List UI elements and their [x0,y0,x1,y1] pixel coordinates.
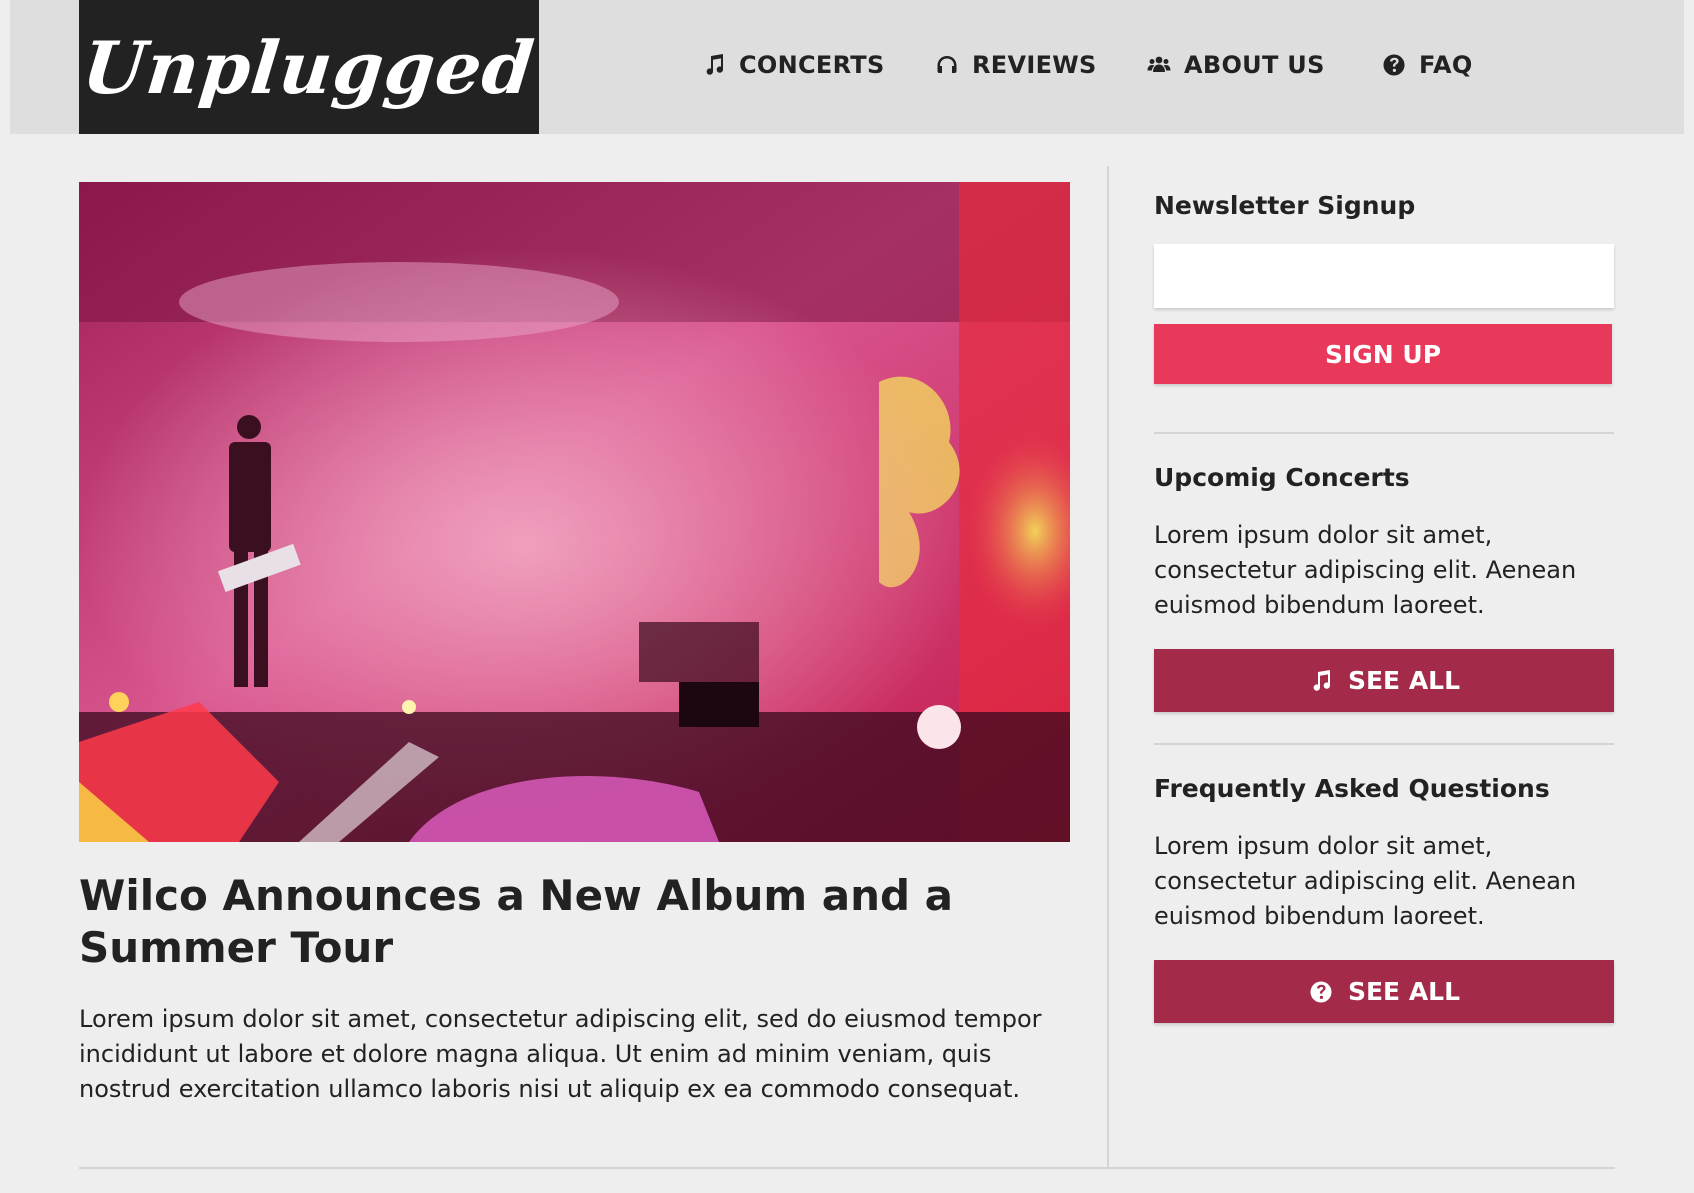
nav-item-about-us[interactable]: ABOUT US [1146,47,1325,83]
concerts-see-all-button[interactable]: SEE ALL [1154,649,1614,712]
upcoming-concerts-section: Upcomig Concerts Lorem ipsum dolor sit a… [1154,456,1614,712]
nav-item-reviews[interactable]: REVIEWS [934,47,1097,83]
newsletter-section: Newsletter Signup SIGN UP [1154,184,1614,384]
newsletter-heading: Newsletter Signup [1154,191,1416,220]
faq-heading: Frequently Asked Questions [1154,774,1550,803]
upcoming-concerts-heading: Upcomig Concerts [1154,463,1410,492]
footer-divider [79,1167,1615,1169]
sidebar: Newsletter Signup SIGN UP Upcomig Concer… [1154,184,1614,1023]
sidebar-separator [1154,432,1614,434]
nav-label-reviews: REVIEWS [972,51,1097,79]
faq-see-all-button[interactable]: SEE ALL [1154,960,1614,1023]
concert-photo[interactable] [79,182,1070,842]
question-circle-icon [1381,52,1407,78]
users-icon [1146,52,1172,78]
upcoming-concerts-text: Lorem ipsum dolor sit amet, consectetur … [1154,521,1577,619]
article-title[interactable]: Wilco Announces a New Album and a Summer… [79,870,1039,974]
nav-item-concerts[interactable]: CONCERTS [701,47,885,83]
nav-label-faq: FAQ [1419,51,1473,79]
faq-see-all-label: SEE ALL [1347,977,1461,1006]
newsletter-email-input[interactable] [1154,244,1614,308]
signup-button-label: SIGN UP [1324,339,1442,369]
sidebar-separator [1154,743,1614,745]
nav-label-concerts: CONCERTS [739,51,885,79]
main-nav: CONCERTS REVIEWS ABOUT US FAQ [10,0,1684,134]
nav-label-about-us: ABOUT US [1184,51,1325,79]
headphones-icon [934,52,960,78]
nav-item-faq[interactable]: FAQ [1381,47,1473,83]
main-article: Wilco Announces a New Album and a Summer… [79,182,1070,1107]
column-divider [1107,166,1109,1167]
question-circle-icon [1308,979,1334,1005]
faq-section: Frequently Asked Questions Lorem ipsum d… [1154,767,1614,1023]
article-body: Lorem ipsum dolor sit amet, consectetur … [79,1005,1042,1103]
site-header: Unplugged CONCERTS REVIEWS ABOUT US FAQ [10,0,1684,134]
music-note-icon [701,52,727,78]
signup-button[interactable]: SIGN UP [1154,324,1612,384]
music-note-icon [1308,668,1334,694]
faq-text: Lorem ipsum dolor sit amet, consectetur … [1154,832,1577,930]
concerts-see-all-label: SEE ALL [1347,666,1461,695]
